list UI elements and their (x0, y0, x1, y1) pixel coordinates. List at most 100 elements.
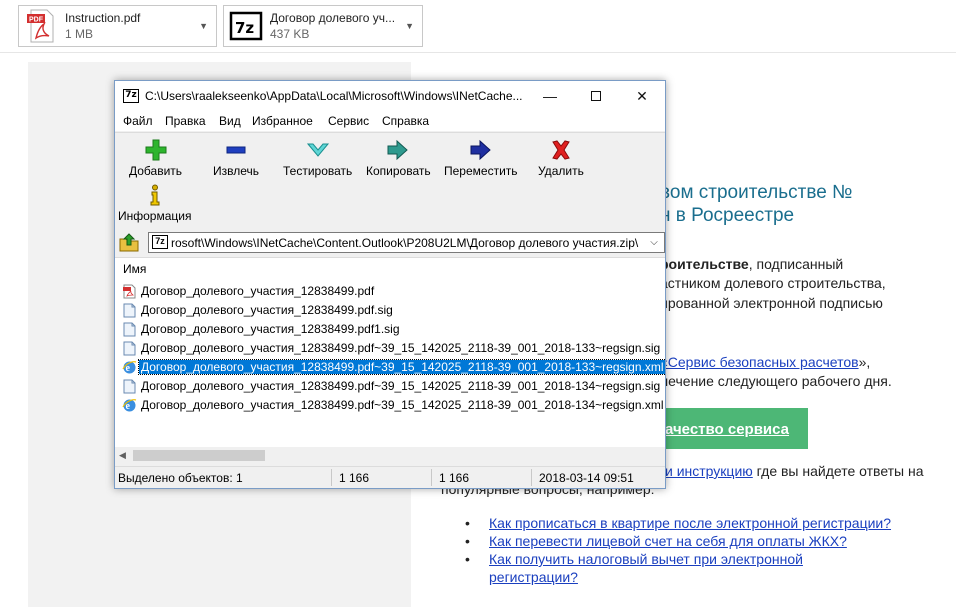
text: », (858, 354, 871, 370)
menu-tools[interactable]: Сервис (328, 114, 369, 128)
up-folder-button[interactable] (118, 231, 140, 253)
copy-arrow-icon (386, 139, 410, 161)
window-title: C:\Users\raalekseenko\AppData\Local\Micr… (145, 89, 523, 103)
7zip-app-icon: 7z (123, 89, 139, 103)
copy-button[interactable]: Копировать (366, 139, 431, 178)
info-button[interactable]: Информация (118, 184, 191, 223)
title-bar[interactable]: 7z C:\Users\raalekseenko\AppData\Local\M… (115, 81, 665, 111)
ie-xml-icon: e (122, 399, 137, 412)
7zip-archive-icon: 7z (152, 235, 168, 249)
svg-text:PDF: PDF (29, 17, 44, 24)
add-plus-icon (144, 139, 168, 161)
info-icon (143, 184, 167, 206)
attachment-contract-archive[interactable]: 7z Договор долевого уч... 437 KB ▼ (223, 5, 423, 47)
faq-link[interactable]: Как получить налоговый вычет при электро… (489, 551, 803, 567)
file-name: Договор_долевого_участия_12838499.pdf (141, 284, 375, 298)
menu-help[interactable]: Справка (382, 114, 429, 128)
list-item[interactable]: Как получить налоговый вычет при электро… (465, 550, 891, 586)
text: где вы найдете ответы на (752, 463, 924, 479)
service-link[interactable]: «Сервис безопасных расчетов (660, 354, 859, 370)
chevron-down-icon[interactable]: ▼ (199, 21, 208, 31)
file-name: Договор_долевого_участия_12838499.pdf~39… (138, 359, 665, 375)
path-text: rosoft\Windows\INetCache\Content.Outlook… (171, 236, 639, 250)
move-arrow-icon (469, 139, 493, 161)
list-item[interactable]: Как перевести лицевой счет на себя для о… (465, 532, 891, 550)
faq-link[interactable]: Как прописаться в квартире после электро… (489, 515, 891, 531)
test-button[interactable]: Тестировать (283, 139, 352, 178)
email-heading-line2: н в Росреестре (660, 205, 795, 226)
instruction-link[interactable]: и инструкцию (665, 463, 753, 479)
attachment-size: 1 MB (65, 27, 94, 41)
list-item[interactable]: Договор_долевого_участия_12838499.pdf (119, 282, 639, 301)
text: , подписанный (748, 256, 844, 272)
close-button[interactable]: ✕ (619, 81, 665, 111)
toolbar-label: Информация (118, 209, 192, 223)
menu-favorites[interactable]: Избранное (252, 114, 313, 128)
status-bar: Выделено объектов: 1 1 166 1 166 2018-03… (115, 466, 665, 488)
menu-file[interactable]: Файл (123, 114, 153, 128)
scrollbar-thumb[interactable] (133, 450, 265, 461)
delete-x-icon (549, 139, 573, 161)
list-item[interactable]: Как прописаться в квартире после электро… (465, 514, 891, 532)
status-selected-count: Выделено объектов: 1 (118, 471, 243, 485)
status-separator (431, 469, 432, 486)
email-paragraph-line2: астником долевого строительства, (660, 275, 886, 291)
toolbar-label: Добавить (129, 164, 183, 178)
ie-xml-icon: e (122, 361, 137, 374)
maximize-button[interactable] (573, 81, 619, 111)
email-heading-line1: вом строительстве № (660, 182, 853, 203)
folder-up-icon (119, 233, 139, 252)
toolbar-label: Тестировать (283, 164, 353, 178)
bold-text: роительстве (660, 256, 749, 272)
delete-button[interactable]: Удалить (538, 139, 584, 178)
file-name: Договор_долевого_участия_12838499.pdf~39… (141, 398, 664, 412)
horizontal-scrollbar[interactable]: ◀ (115, 447, 665, 464)
generic-file-icon (123, 303, 136, 318)
status-packed-size: 1 166 (439, 471, 470, 485)
test-check-icon (306, 139, 330, 161)
list-item[interactable]: Договор_долевого_участия_12838499.pdf~39… (119, 339, 660, 358)
faq-link[interactable]: Как перевести лицевой счет на себя для о… (489, 533, 847, 549)
extract-button[interactable]: Извлечь (213, 139, 259, 178)
faq-list: Как прописаться в квартире после электро… (465, 514, 891, 586)
file-name: Договор_долевого_участия_12838499.pdf~39… (141, 341, 661, 355)
minimize-button[interactable]: — (527, 81, 573, 111)
attachment-instruction-pdf[interactable]: PDF Instruction.pdf 1 MB ▼ (18, 5, 217, 47)
generic-file-icon (123, 341, 136, 356)
email-paragraph2-line2: лечение следующего рабочего дня. (660, 373, 892, 389)
status-separator (331, 469, 332, 486)
add-button[interactable]: Добавить (129, 139, 182, 178)
path-field[interactable]: 7z rosoft\Windows\INetCache\Content.Outl… (148, 232, 665, 253)
menu-edit[interactable]: Правка (165, 114, 206, 128)
divider (0, 52, 956, 53)
file-rows: Договор_долевого_участия_12838499.pdf До… (119, 282, 665, 415)
chevron-down-icon[interactable]: ⌵ (646, 234, 662, 251)
generic-file-icon (123, 322, 136, 337)
service-quality-button[interactable]: ачество сервиса (653, 408, 808, 449)
file-name: Договор_долевого_участия_12838499.pdf~39… (141, 379, 661, 393)
list-item[interactable]: Договор_долевого_участия_12838499.pdf1.s… (119, 320, 639, 339)
list-item[interactable]: Договор_долевого_участия_12838499.pdf.si… (119, 301, 639, 320)
pdf-file-icon (123, 284, 136, 299)
faq-link-continued[interactable]: регистрации? (489, 569, 578, 585)
status-modified: 2018-03-14 09:51 (539, 471, 634, 485)
file-list[interactable]: Имя Договор_долевого_участия_12838499.pd… (115, 257, 665, 464)
list-item[interactable]: Договор_долевого_участия_12838499.pdf~39… (119, 377, 660, 396)
email-service-line: «Сервис безопасных расчетов», (660, 354, 870, 370)
list-item[interactable]: e Договор_долевого_участия_12838499.pdf~… (119, 396, 664, 415)
7zip-window: 7z C:\Users\raalekseenko\AppData\Local\M… (114, 80, 666, 489)
menu-view[interactable]: Вид (219, 114, 241, 128)
svg-text:7z: 7z (235, 19, 254, 37)
email-paragraph-line3: ированной электронной подписью (660, 295, 883, 311)
scroll-left-icon[interactable]: ◀ (119, 450, 126, 461)
extract-minus-icon (224, 139, 248, 161)
column-header-name[interactable]: Имя (123, 262, 146, 276)
7zip-archive-icon: 7z (228, 8, 264, 44)
list-item-selected[interactable]: e Договор_долевого_участия_12838499.pdf~… (119, 358, 665, 377)
maximize-icon (591, 91, 601, 101)
status-separator (531, 469, 532, 486)
email-paragraph-line1: роительстве, подписанный (660, 256, 843, 272)
move-button[interactable]: Переместить (444, 139, 518, 178)
status-size: 1 166 (339, 471, 370, 485)
chevron-down-icon[interactable]: ▼ (405, 21, 414, 31)
